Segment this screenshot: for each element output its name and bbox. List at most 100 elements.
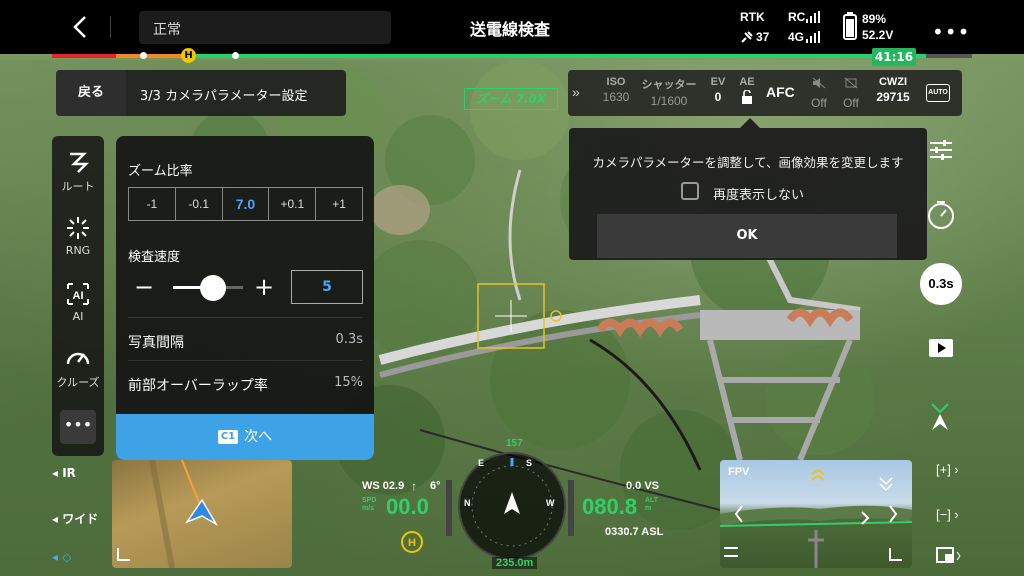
af-mode[interactable]: AFC bbox=[766, 84, 795, 100]
tip-message: カメラパラメーターを調整して、画像効果を変更します bbox=[592, 155, 904, 170]
timer-icon[interactable] bbox=[926, 200, 956, 230]
layout-switch-icon[interactable] bbox=[936, 547, 962, 565]
speed-plus-button[interactable]: + bbox=[254, 270, 274, 304]
step-bar: 戻る 3/3 カメラパラメーター設定 bbox=[56, 70, 346, 116]
wind-direction: 6° bbox=[430, 480, 441, 492]
rc-label: RC bbox=[788, 10, 806, 24]
page-title: 送電線検査 bbox=[469, 20, 550, 39]
iso-label: ISO bbox=[606, 76, 626, 88]
compass-w: W bbox=[546, 498, 555, 508]
heading-value: 157 bbox=[506, 438, 523, 449]
camera-param-bar[interactable]: » ISO 1630 シャッター 1/1600 EV 0 AE AFC Off … bbox=[568, 70, 962, 116]
shutter-button[interactable]: 0.3s bbox=[920, 263, 962, 305]
settings-sliders-icon[interactable] bbox=[928, 138, 954, 162]
ae-param[interactable]: AE bbox=[734, 76, 760, 109]
dont-show-label[interactable]: 再度表示しない bbox=[713, 184, 804, 203]
network-label: 4G bbox=[788, 30, 805, 44]
zoom-out-button[interactable]: [−] › bbox=[936, 507, 959, 522]
storage-value: 29715 bbox=[876, 90, 910, 104]
progress-segment-orange bbox=[116, 54, 188, 58]
fpv-window[interactable]: FPV bbox=[720, 460, 912, 568]
light-toggle[interactable]: Off bbox=[840, 76, 862, 110]
photo-interval-value: 0.3s bbox=[335, 332, 363, 347]
ir-toggle[interactable]: ◂ IR bbox=[52, 466, 76, 480]
zoom-current[interactable]: 7.0 bbox=[223, 188, 270, 220]
signal-icon bbox=[806, 11, 820, 23]
back-button[interactable]: 戻る bbox=[56, 70, 126, 116]
map-layer-toggle[interactable]: ◂ ◇ bbox=[52, 550, 71, 564]
shutter-param[interactable]: シャッター 1/1600 bbox=[636, 76, 702, 108]
wind-speed: WS 02.9 bbox=[362, 480, 405, 492]
ok-button[interactable]: OK bbox=[597, 214, 897, 258]
zoom-in-button[interactable]: [+] › bbox=[936, 462, 959, 477]
divider bbox=[128, 317, 363, 318]
sidebar-item-cruise[interactable]: クルーズ bbox=[52, 344, 104, 390]
altitude-asl: 0330.7 ASL bbox=[605, 526, 664, 538]
sidebar-more-button[interactable]: ••• bbox=[60, 410, 96, 444]
wide-label: ワイド bbox=[62, 512, 99, 526]
battery-icon bbox=[843, 12, 857, 40]
status-box[interactable]: 正常 bbox=[139, 11, 391, 44]
map-overlay bbox=[117, 460, 219, 568]
ai-icon: AI bbox=[67, 283, 89, 305]
altitude-unit-bottom: m bbox=[645, 505, 652, 512]
tip-popup: カメラパラメーターを調整して、画像効果を変更します 再度表示しない OK bbox=[569, 128, 927, 260]
distance-home: 235.0m bbox=[492, 557, 538, 569]
cruise-icon bbox=[66, 352, 90, 365]
divider bbox=[110, 16, 111, 38]
status-text: 正常 bbox=[153, 22, 181, 38]
playback-icon[interactable] bbox=[928, 338, 954, 358]
sidebar-item-ai[interactable]: AI AI bbox=[52, 280, 104, 323]
altitude-scale bbox=[568, 480, 574, 536]
c1-badge: C1 bbox=[217, 430, 239, 444]
svg-text:AI: AI bbox=[73, 290, 84, 302]
storage-label: CWZI bbox=[878, 76, 908, 88]
zoom-minus-1[interactable]: -1 bbox=[129, 188, 176, 220]
waypoint-dot bbox=[232, 52, 239, 59]
zoom-minus-0-1[interactable]: -0.1 bbox=[176, 188, 223, 220]
navigation-arrow-icon[interactable] bbox=[928, 400, 956, 432]
altitude-unit: ALT m bbox=[645, 497, 658, 513]
sidebar-item-route[interactable]: ルート bbox=[52, 148, 104, 194]
zoom-ratio-selector[interactable]: -1 -0.1 7.0 +0.1 +1 bbox=[128, 187, 363, 221]
zoom-plus-0-1[interactable]: +0.1 bbox=[269, 188, 317, 220]
off-value-2: Off bbox=[843, 96, 859, 110]
ev-label: EV bbox=[710, 76, 726, 88]
photo-interval-label: 写真間隔 bbox=[128, 335, 184, 351]
photo-interval-row[interactable]: 写真間隔 0.3s bbox=[128, 332, 363, 356]
mute-toggle[interactable]: Off bbox=[808, 76, 830, 110]
storage-param[interactable]: CWZI 29715 bbox=[868, 76, 918, 104]
more-menu-icon[interactable]: ••• bbox=[932, 20, 970, 44]
minimap[interactable] bbox=[112, 460, 292, 568]
zoom-plus-1[interactable]: +1 bbox=[316, 188, 362, 220]
overlap-label: 前部オーバーラップ率 bbox=[128, 378, 268, 394]
compass-e: E bbox=[478, 458, 485, 468]
flight-timer: 41:16 bbox=[872, 48, 916, 66]
vertical-speed: 0.0 VS bbox=[626, 480, 660, 492]
auto-badge[interactable]: AUTO bbox=[926, 84, 950, 102]
wide-toggle[interactable]: ◂ ワイド bbox=[52, 510, 98, 527]
speed-slider-knob[interactable] bbox=[200, 275, 226, 301]
speed-title: 検査速度 bbox=[128, 250, 181, 265]
iso-param[interactable]: ISO 1630 bbox=[598, 76, 634, 104]
rng-icon bbox=[67, 217, 89, 239]
speed-input[interactable]: 5 bbox=[291, 270, 363, 304]
ae-label: AE bbox=[739, 76, 755, 88]
horizontal-speed: 00.0 bbox=[386, 494, 429, 519]
overlap-value: 15% bbox=[334, 375, 363, 390]
compass-s: S bbox=[526, 458, 533, 468]
expand-icon[interactable]: » bbox=[572, 84, 580, 100]
step-title: 3/3 カメラパラメーター設定 bbox=[140, 89, 308, 104]
speed-scale bbox=[446, 480, 452, 536]
next-label: 次へ bbox=[244, 429, 273, 445]
speed-minus-button[interactable]: − bbox=[134, 270, 154, 304]
route-icon bbox=[70, 152, 90, 173]
ev-param[interactable]: EV 0 bbox=[706, 76, 730, 104]
sidebar-item-rng[interactable]: RNG bbox=[52, 214, 104, 257]
overlap-row[interactable]: 前部オーバーラップ率 15% bbox=[128, 375, 363, 399]
dont-show-checkbox[interactable] bbox=[681, 182, 699, 200]
zoom-ratio-title: ズーム比率 bbox=[128, 164, 193, 179]
next-button[interactable]: C1 次へ bbox=[116, 414, 374, 460]
back-chevron-icon[interactable] bbox=[68, 14, 94, 40]
waypoint-dot bbox=[140, 52, 147, 59]
